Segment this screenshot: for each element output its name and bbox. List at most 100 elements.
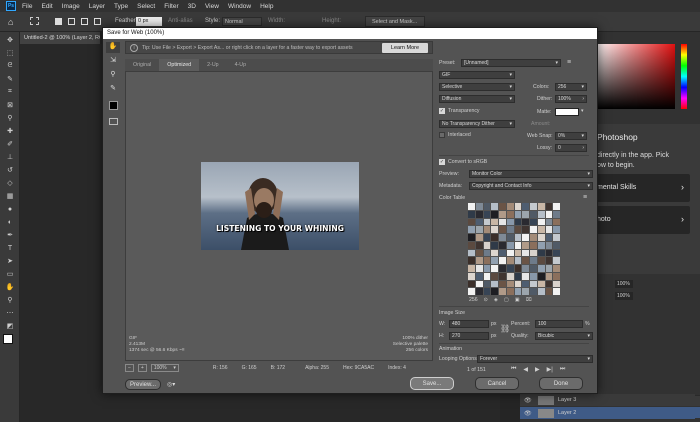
color-table-swatch[interactable] bbox=[475, 210, 483, 218]
color-table-swatch[interactable] bbox=[491, 257, 498, 264]
color-table-swatch[interactable] bbox=[530, 280, 537, 288]
color-table-swatch[interactable] bbox=[537, 210, 545, 218]
settings-menu-icon[interactable]: ≡ bbox=[567, 59, 571, 66]
color-table-swatch[interactable] bbox=[537, 234, 545, 241]
first-frame-icon[interactable]: ⏮ bbox=[511, 366, 516, 373]
menu-file[interactable]: File bbox=[22, 3, 32, 10]
color-table-swatch[interactable] bbox=[545, 288, 553, 295]
color-table-swatch[interactable] bbox=[514, 210, 522, 218]
color-table-swatch[interactable] bbox=[537, 280, 545, 288]
color-table-swatch[interactable] bbox=[468, 234, 475, 241]
preset-select[interactable]: [Unnamed] ▾ bbox=[461, 59, 561, 67]
crop-tool-icon[interactable]: ⌗ bbox=[4, 87, 16, 97]
color-table-swatch[interactable] bbox=[499, 203, 506, 210]
menu-view[interactable]: View bbox=[205, 3, 219, 10]
color-table-swatch[interactable] bbox=[491, 210, 498, 218]
style-select[interactable]: Normal bbox=[222, 17, 262, 26]
color-table-swatch[interactable] bbox=[537, 272, 545, 280]
color-table-swatch[interactable] bbox=[499, 257, 506, 264]
learn-more-button[interactable]: Learn More bbox=[382, 43, 428, 53]
dither-algorithm-select[interactable]: Diffusion ▾ bbox=[439, 95, 515, 103]
color-table-swatch[interactable] bbox=[537, 257, 545, 264]
color-table-swatch[interactable] bbox=[514, 272, 522, 280]
clone-stamp-icon[interactable]: ⊥ bbox=[4, 152, 16, 162]
browser-preview-icon[interactable]: ◎▾ bbox=[167, 379, 183, 390]
color-table-swatch[interactable] bbox=[468, 226, 475, 233]
menu-help[interactable]: Help bbox=[260, 3, 273, 10]
add-selection-icon[interactable] bbox=[68, 18, 75, 25]
zoom-tool-icon[interactable]: ⚲ bbox=[106, 70, 120, 81]
type-tool-icon[interactable]: T bbox=[4, 243, 16, 253]
color-table-swatch[interactable] bbox=[506, 210, 514, 218]
color-table-swatch[interactable] bbox=[468, 241, 475, 249]
convert-srgb-checkbox[interactable]: ✓ Convert to sRGB bbox=[439, 159, 487, 165]
color-table-swatch[interactable] bbox=[483, 210, 491, 218]
color-table-swatch[interactable] bbox=[514, 249, 522, 257]
color-table-swatch[interactable] bbox=[483, 241, 491, 249]
color-table-swatch[interactable] bbox=[530, 203, 537, 210]
color-table-swatch[interactable] bbox=[506, 280, 514, 288]
home-icon[interactable]: ⌂ bbox=[8, 17, 13, 27]
document-tab[interactable]: Untitled-2 @ 100% (Layer 2, RGB/8) bbox=[20, 32, 100, 44]
color-table-swatch[interactable] bbox=[522, 226, 529, 233]
color-table-swatch[interactable] bbox=[506, 234, 514, 241]
color-table-swatch[interactable] bbox=[537, 288, 545, 295]
color-table-swatch[interactable] bbox=[522, 203, 529, 210]
color-table-swatch[interactable] bbox=[545, 265, 553, 272]
shape-tool-icon[interactable]: ▭ bbox=[4, 269, 16, 279]
color-table-swatch[interactable] bbox=[514, 280, 522, 288]
visibility-eye-icon[interactable]: 👁 bbox=[524, 397, 534, 404]
looping-select[interactable]: Forever ▾ bbox=[477, 355, 593, 363]
layer-name[interactable]: Layer 3 bbox=[558, 397, 576, 403]
visibility-eye-icon[interactable]: 👁 bbox=[524, 410, 534, 417]
color-table-swatch[interactable] bbox=[514, 288, 522, 295]
color-table-swatch[interactable] bbox=[553, 241, 560, 249]
matte-color-swatch[interactable] bbox=[555, 108, 579, 116]
color-table-swatch[interactable] bbox=[530, 234, 537, 241]
cancel-button[interactable]: Cancel bbox=[475, 377, 519, 390]
color-table-swatch[interactable] bbox=[483, 249, 491, 257]
color-table-swatch[interactable] bbox=[475, 280, 483, 288]
percent-input[interactable]: 100 bbox=[535, 320, 583, 328]
color-table-swatch[interactable] bbox=[506, 257, 514, 264]
color-table-swatch[interactable] bbox=[530, 241, 537, 249]
new-color-icon[interactable]: ▣ bbox=[515, 297, 520, 303]
zoom-select[interactable]: 100% ▾ bbox=[150, 364, 179, 372]
color-table-swatch[interactable] bbox=[553, 280, 560, 288]
color-table-swatch[interactable] bbox=[530, 226, 537, 233]
color-table-swatch[interactable] bbox=[468, 257, 475, 264]
color-table-swatch[interactable] bbox=[483, 272, 491, 280]
intersect-selection-icon[interactable] bbox=[94, 18, 101, 25]
color-table-swatch[interactable] bbox=[553, 218, 560, 226]
color-table-swatch[interactable] bbox=[506, 265, 514, 272]
more-tools-icon[interactable]: ⋯ bbox=[4, 308, 16, 318]
color-table-swatch[interactable] bbox=[522, 280, 529, 288]
color-table-swatch[interactable] bbox=[483, 280, 491, 288]
color-table-swatch[interactable] bbox=[475, 265, 483, 272]
color-table-swatch[interactable] bbox=[545, 218, 553, 226]
color-table-swatch[interactable] bbox=[522, 257, 529, 264]
color-table-swatch[interactable] bbox=[545, 234, 553, 241]
color-table-swatch[interactable] bbox=[499, 280, 506, 288]
lasso-tool-icon[interactable]: ᘓ bbox=[4, 61, 16, 71]
color-table-swatch[interactable] bbox=[530, 249, 537, 257]
color-table-swatch[interactable] bbox=[491, 203, 498, 210]
color-table-swatch[interactable] bbox=[491, 265, 498, 272]
color-table-swatch[interactable] bbox=[468, 218, 475, 226]
hand-tool-icon[interactable]: ✋ bbox=[106, 42, 120, 53]
color-table-swatch[interactable] bbox=[553, 203, 560, 210]
color-table-swatch[interactable] bbox=[514, 226, 522, 233]
color-table-swatch[interactable] bbox=[522, 272, 529, 280]
color-table-swatch[interactable] bbox=[553, 234, 560, 241]
color-table-swatch[interactable] bbox=[537, 203, 545, 210]
format-select[interactable]: GIF ▾ bbox=[439, 71, 515, 79]
map-color-icon[interactable]: ⊙ bbox=[484, 297, 488, 303]
color-table-swatch[interactable] bbox=[514, 234, 522, 241]
color-table-swatch[interactable] bbox=[491, 226, 498, 233]
menu-filter[interactable]: Filter bbox=[164, 3, 178, 10]
web-shift-icon[interactable]: ◈ bbox=[494, 297, 498, 303]
marquee-tool-icon[interactable]: ⬚ bbox=[4, 48, 16, 58]
color-table-swatch[interactable] bbox=[530, 288, 537, 295]
last-frame-icon[interactable]: ⏭ bbox=[560, 366, 565, 373]
color-table-swatch[interactable] bbox=[522, 288, 529, 295]
